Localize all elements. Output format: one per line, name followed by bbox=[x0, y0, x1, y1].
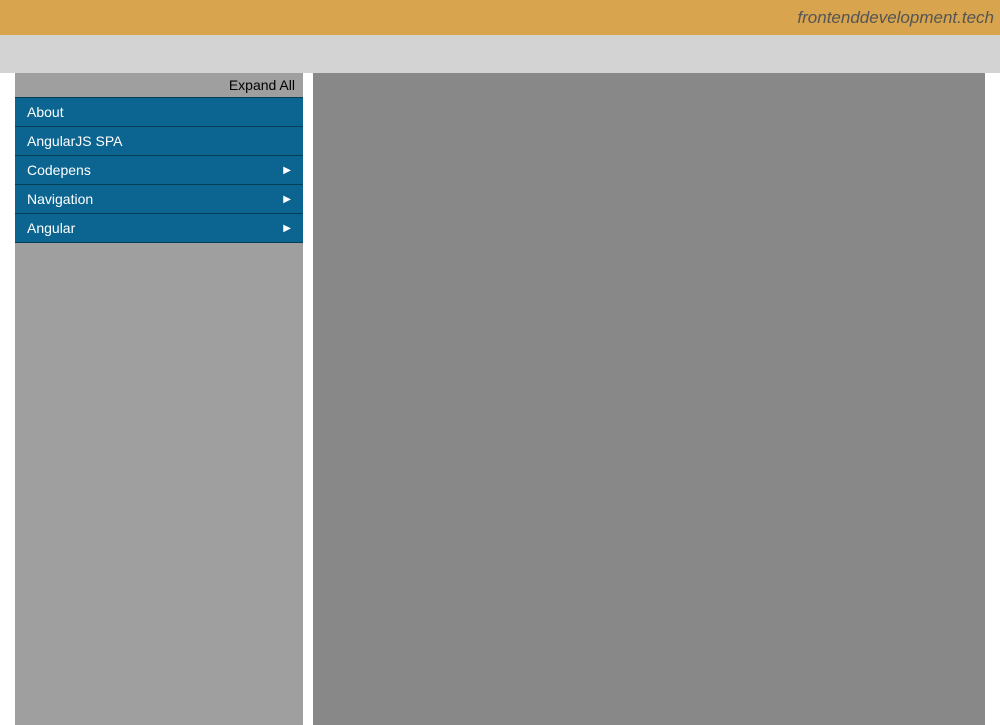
nav-item-label: Navigation bbox=[27, 191, 93, 207]
nav-list: About AngularJS SPA Codepens ▶ Navigatio… bbox=[15, 97, 303, 243]
sub-banner bbox=[0, 35, 1000, 73]
nav-item-about[interactable]: About bbox=[15, 97, 303, 127]
chevron-right-icon: ▶ bbox=[283, 165, 291, 176]
sidebar: Expand All About AngularJS SPA Codepens … bbox=[15, 73, 303, 725]
site-title: frontenddevelopment.tech bbox=[797, 8, 994, 28]
top-banner: frontenddevelopment.tech bbox=[0, 0, 1000, 35]
nav-item-label: Codepens bbox=[27, 162, 91, 178]
nav-item-codepens[interactable]: Codepens ▶ bbox=[15, 156, 303, 185]
nav-item-label: AngularJS SPA bbox=[27, 133, 122, 149]
chevron-right-icon: ▶ bbox=[283, 194, 291, 205]
nav-item-angular[interactable]: Angular ▶ bbox=[15, 214, 303, 243]
nav-item-angularjs-spa[interactable]: AngularJS SPA bbox=[15, 127, 303, 156]
main-content-area bbox=[313, 73, 985, 725]
nav-item-label: Angular bbox=[27, 220, 75, 236]
expand-all-button[interactable]: Expand All bbox=[15, 73, 303, 97]
content-wrap: Expand All About AngularJS SPA Codepens … bbox=[0, 73, 1000, 725]
nav-item-navigation[interactable]: Navigation ▶ bbox=[15, 185, 303, 214]
nav-item-label: About bbox=[27, 104, 64, 120]
chevron-right-icon: ▶ bbox=[283, 223, 291, 234]
